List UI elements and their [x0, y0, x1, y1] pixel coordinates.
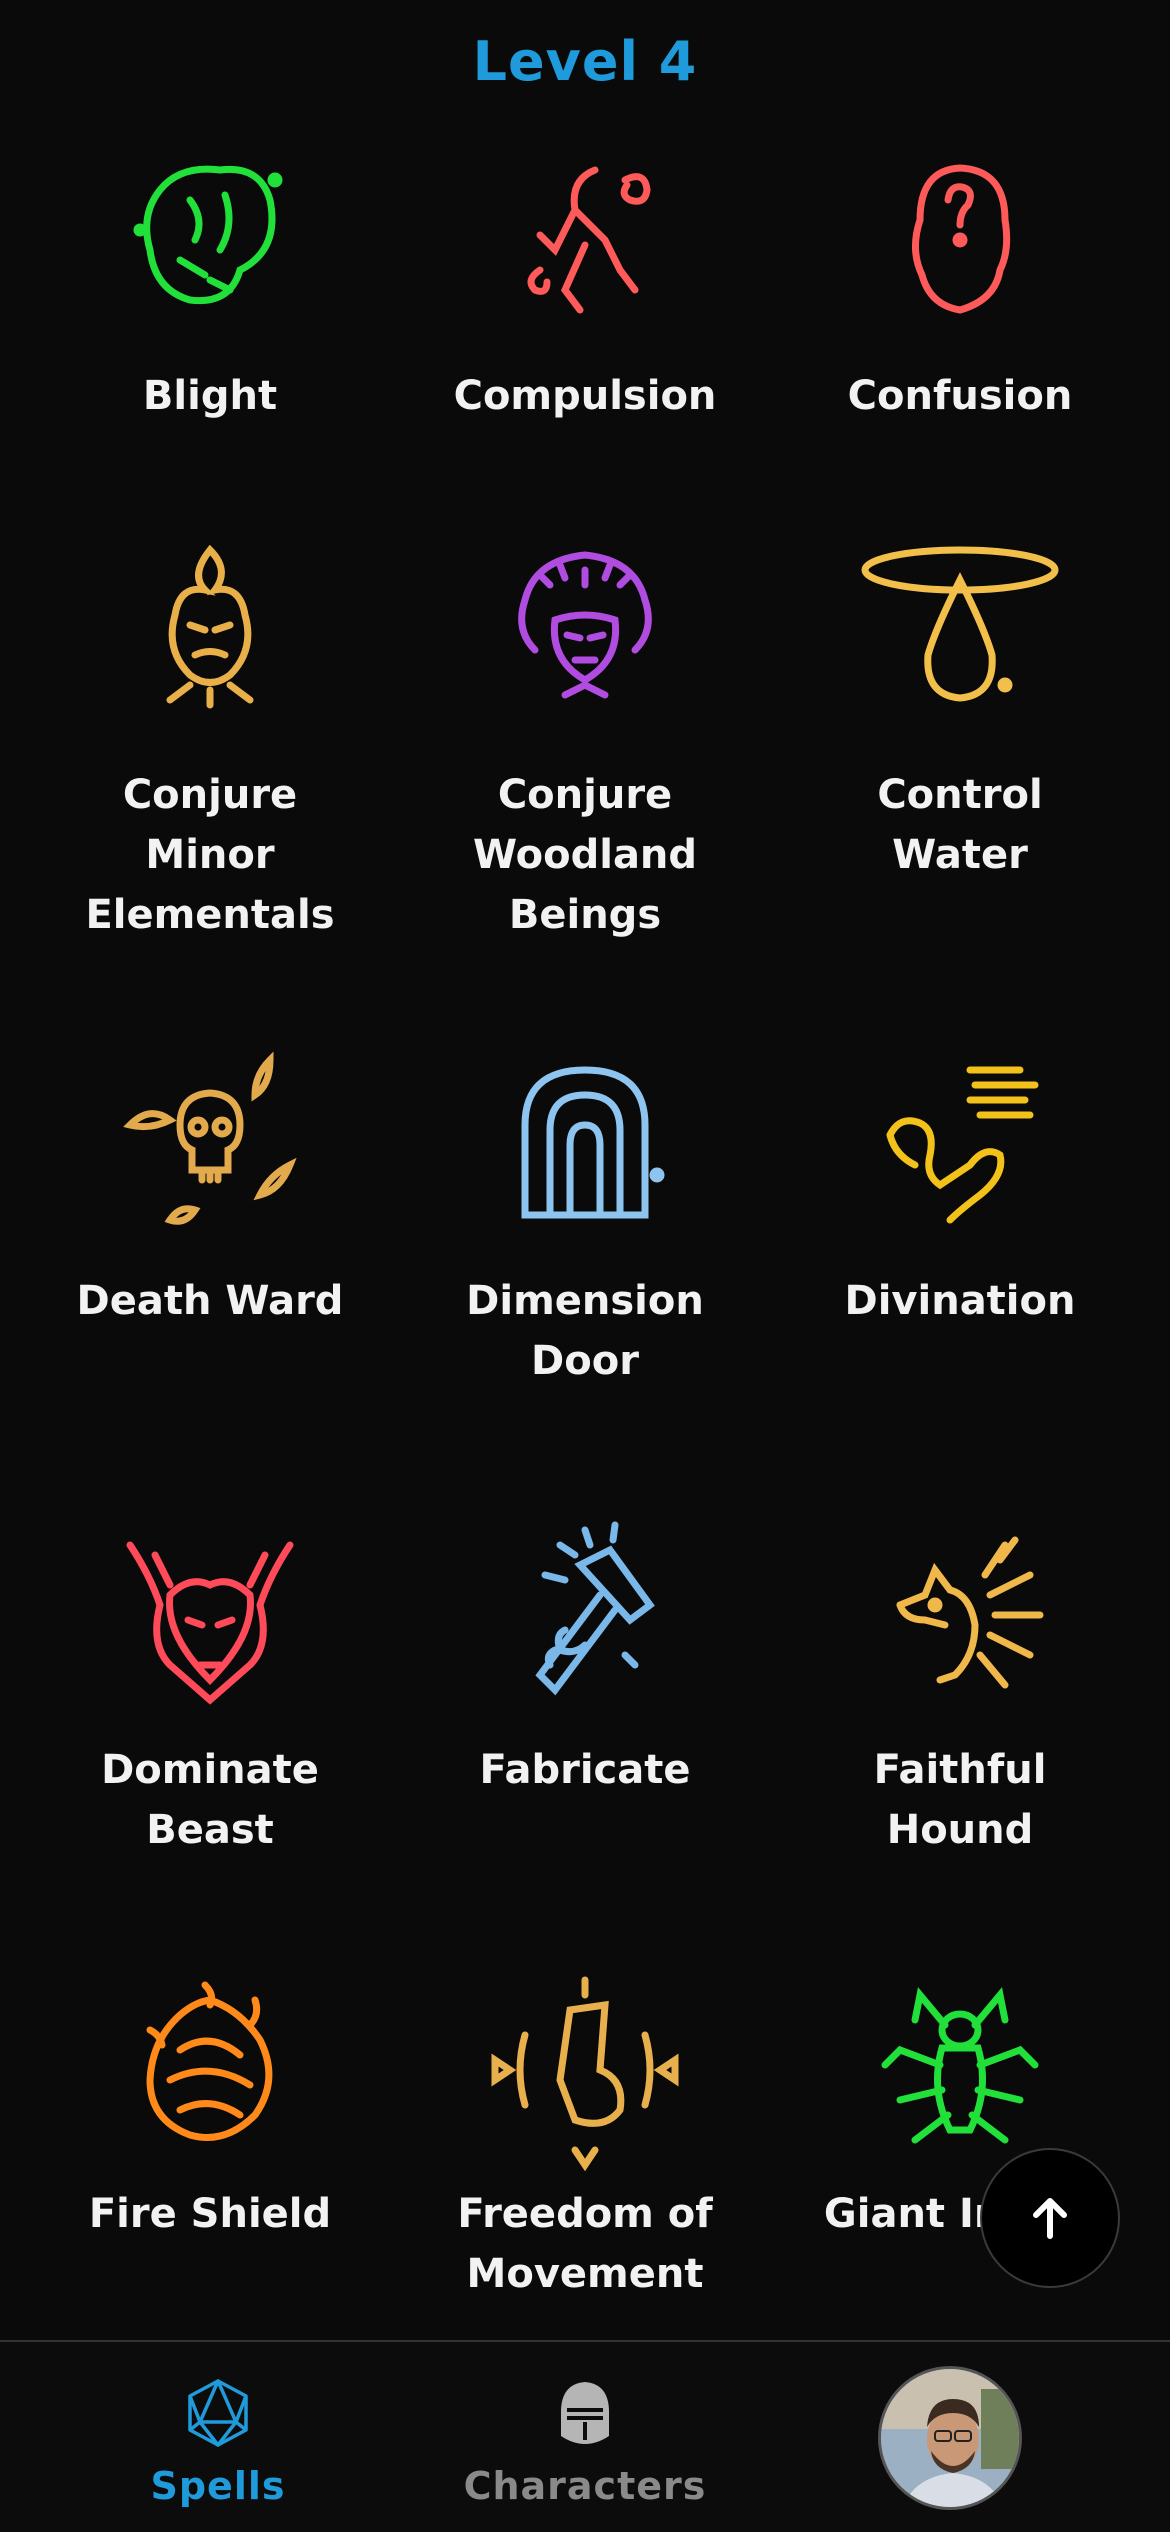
arrow-up-icon	[1033, 2198, 1067, 2239]
scroll-to-top-button[interactable]	[980, 2148, 1120, 2288]
tab-label: Characters	[463, 2464, 707, 2508]
spell-name: Faithful Hound	[873, 1747, 1047, 1853]
dominate-beast-icon	[110, 1515, 310, 1715]
control-water-icon	[860, 530, 1060, 730]
death-ward-icon	[110, 1045, 310, 1245]
spell-name: Dimension Door	[466, 1278, 704, 1384]
fabricate-icon	[485, 1515, 685, 1715]
freedom-of-movement-icon	[485, 1970, 685, 2172]
spell-name: Fabricate	[479, 1747, 691, 1793]
spell-grid: Blight Compulsion Confusion Conjure Mino…	[0, 0, 1170, 2340]
conjure-minor-elementals-icon	[110, 530, 310, 730]
spell-name: Death Ward	[76, 1278, 344, 1324]
spell-name: Dominate Beast	[101, 1747, 319, 1853]
spell-name: Control Water	[877, 772, 1043, 878]
tab-label: Spells	[150, 2464, 286, 2508]
compulsion-icon	[485, 140, 685, 340]
tab-spells[interactable]: Spells	[68, 2342, 368, 2532]
spell-name: Divination	[844, 1278, 1076, 1324]
spell-name: Conjure Minor Elementals	[85, 772, 335, 938]
spell-name: Freedom of Movement	[457, 2191, 713, 2297]
spell-name: Confusion	[847, 373, 1073, 419]
tab-characters[interactable]: Characters	[435, 2342, 735, 2532]
spell-name: Fire Shield	[88, 2191, 332, 2237]
fire-shield-icon	[110, 1970, 310, 2170]
spell-name: Conjure Woodland Beings	[472, 772, 698, 938]
blight-icon	[110, 140, 310, 340]
spell-name: Blight	[142, 373, 278, 419]
confusion-icon	[860, 140, 1060, 340]
conjure-woodland-beings-icon	[485, 530, 685, 730]
faithful-hound-icon	[860, 1515, 1060, 1715]
d20-icon	[188, 2379, 248, 2447]
knight-helmet-icon	[561, 2382, 609, 2444]
profile-photo	[881, 2369, 1019, 2507]
giant-insect-icon	[860, 1970, 1060, 2170]
divination-icon	[860, 1045, 1060, 1245]
avatar[interactable]	[878, 2366, 1022, 2510]
dimension-door-icon	[485, 1045, 685, 1245]
spell-name: Compulsion	[453, 373, 717, 419]
